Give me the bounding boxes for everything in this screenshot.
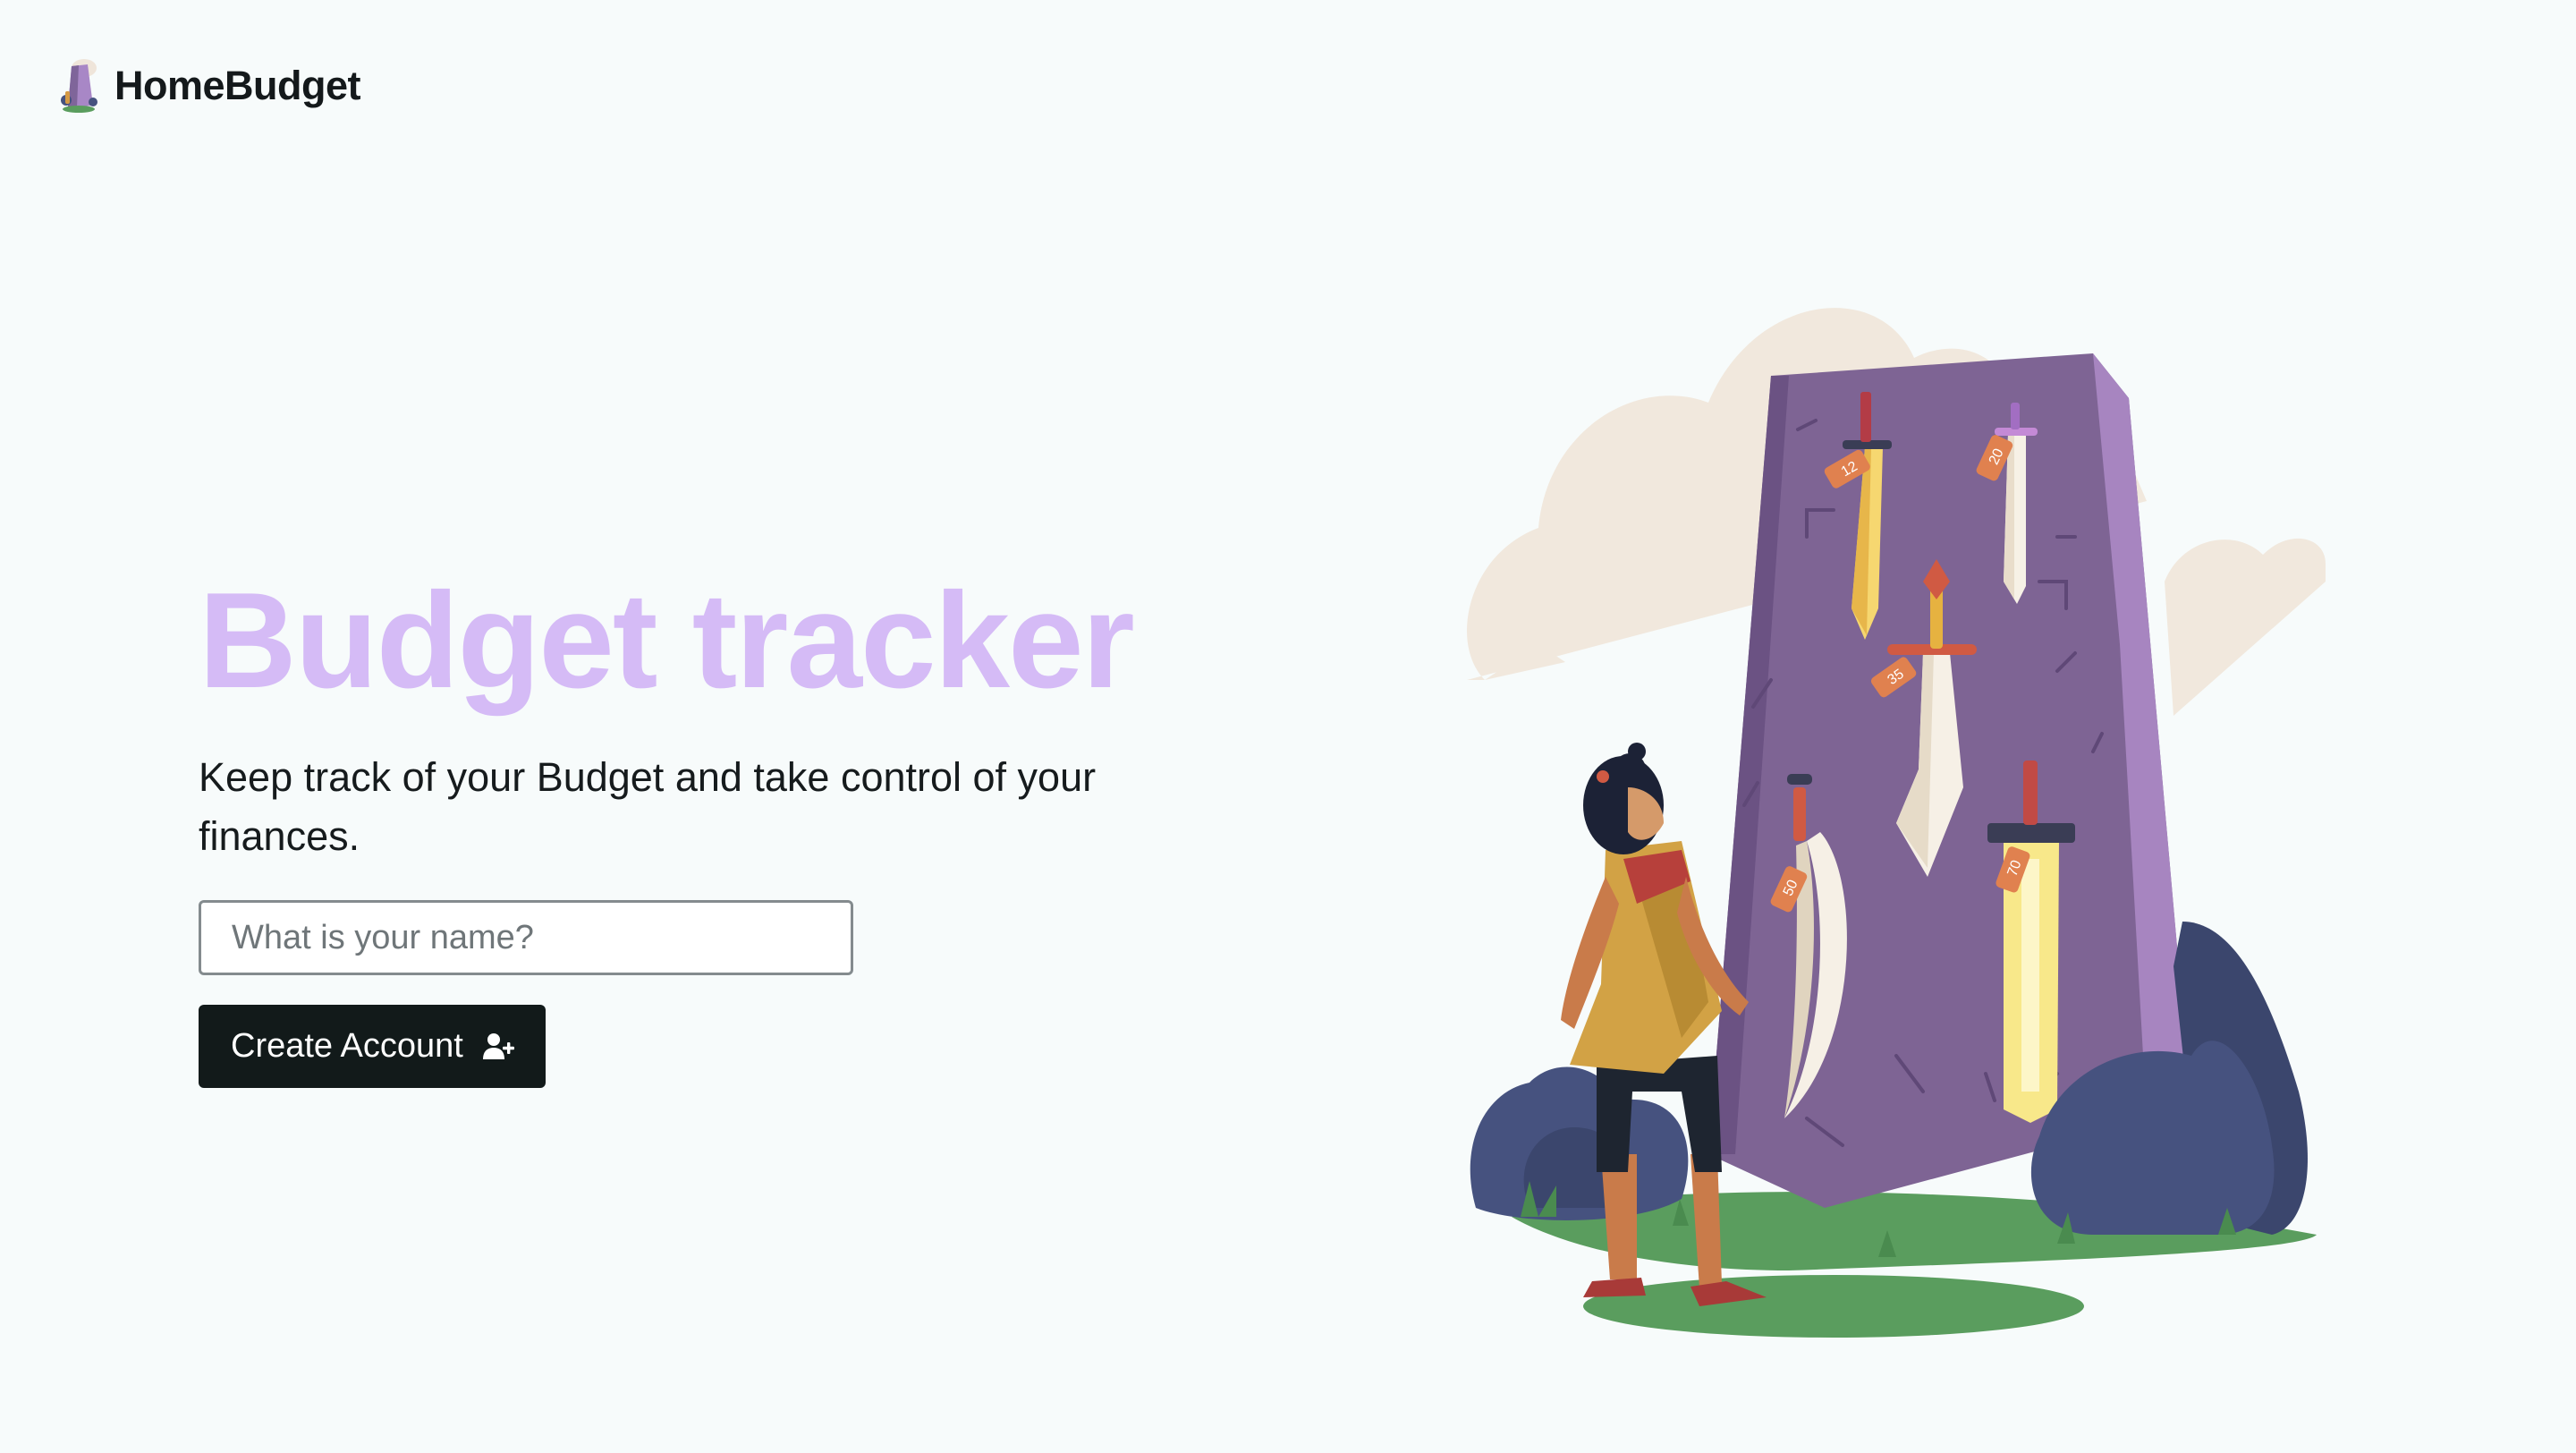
create-account-label: Create Account: [231, 1027, 463, 1065]
create-account-button[interactable]: Create Account: [199, 1005, 546, 1088]
page-title: Budget tracker: [199, 565, 1135, 717]
add-user-icon: [482, 1032, 514, 1059]
brand-name: HomeBudget: [114, 62, 361, 108]
hero-illustration: 12 20 35 50 70: [1467, 308, 2326, 1338]
obelisk-logo-icon: [61, 59, 97, 113]
hero-section: Budget tracker Keep track of your Budget…: [199, 573, 1182, 1088]
hero-subtitle: Keep track of your Budget and take contr…: [199, 754, 1097, 859]
brand-link[interactable]: HomeBudget: [57, 55, 361, 115]
name-input[interactable]: [199, 900, 853, 975]
